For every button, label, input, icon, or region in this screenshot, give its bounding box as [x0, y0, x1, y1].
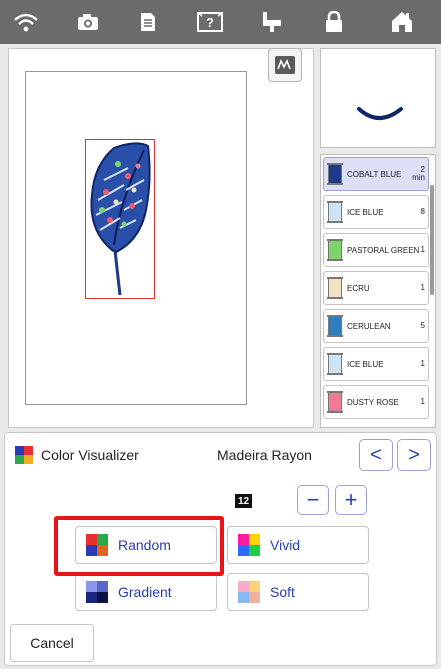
thread-name: ECRU [347, 283, 370, 293]
gradient-palette-icon [86, 581, 108, 603]
thread-spool-icon [327, 163, 343, 185]
thread-name: ICE BLUE [347, 359, 384, 369]
vivid-button[interactable]: Vivid [227, 526, 369, 564]
minus-icon: − [306, 487, 320, 512]
thread-row-dusty-rose[interactable]: DUSTY ROSE 1 [323, 385, 429, 419]
thread-count: 1 [420, 397, 425, 406]
thread-count: 8 [420, 207, 425, 216]
wifi-icon[interactable] [4, 0, 48, 44]
thread-count: 1 [420, 283, 425, 292]
soft-label: Soft [270, 584, 295, 600]
vivid-palette-icon [238, 534, 260, 556]
document-icon[interactable] [126, 0, 170, 44]
thread-row-pastoral-green[interactable]: PASTORAL GREEN 1 [323, 233, 429, 267]
thread-name: COBALT BLUE [347, 169, 402, 179]
thread-row-cerulean[interactable]: CERULEAN 5 [323, 309, 429, 343]
thread-spool-icon [327, 353, 343, 375]
color-visualizer-icon [15, 446, 33, 464]
thread-row-ecru[interactable]: ECRU 1 [323, 271, 429, 305]
help-icon[interactable]: ? [188, 0, 232, 44]
thread-name: PASTORAL GREEN [347, 245, 420, 255]
panel-title: Color Visualizer [41, 447, 139, 463]
thread-row-ice-blue-2[interactable]: ICE BLUE 1 [323, 347, 429, 381]
home-icon[interactable] [380, 0, 424, 44]
thread-list-scrollbar[interactable] [430, 185, 434, 295]
stitch-simulator-button[interactable] [268, 48, 302, 82]
thread-name: DUSTY ROSE [347, 397, 399, 407]
color-count: 12 [235, 494, 252, 508]
feather-design [90, 142, 151, 296]
thread-count: 1 [420, 245, 425, 254]
thread-spool-icon [327, 239, 343, 261]
increase-button[interactable]: + [335, 485, 367, 515]
decrease-button[interactable]: − [297, 485, 329, 515]
prev-brand-button[interactable]: < [359, 439, 393, 471]
thread-spool-icon [327, 201, 343, 223]
thumbnail-feather [357, 107, 403, 120]
svg-text:?: ? [206, 15, 214, 30]
thread-row-cobalt-blue[interactable]: COBALT BLUE 2 min [323, 157, 429, 191]
embroidery-preview [8, 48, 314, 428]
thread-count: 2 min [412, 165, 425, 182]
chevron-right-icon: > [408, 443, 420, 466]
lock-icon[interactable] [312, 0, 356, 44]
design-thumbnail [320, 48, 436, 148]
cancel-button[interactable]: Cancel [10, 624, 94, 662]
soft-button[interactable]: Soft [227, 573, 369, 611]
thread-name: ICE BLUE [347, 207, 384, 217]
chevron-left-icon: < [370, 443, 382, 466]
design-selection-box [85, 139, 155, 299]
gradient-label: Gradient [118, 584, 172, 600]
random-highlight-box [54, 516, 224, 576]
thread-spool-icon [327, 315, 343, 337]
thread-name: CERULEAN [347, 321, 391, 331]
thread-brand: Madeira Rayon [217, 447, 312, 463]
plus-icon: + [344, 487, 358, 512]
thread-row-ice-blue[interactable]: ICE BLUE 8 [323, 195, 429, 229]
thread-count: 5 [420, 321, 425, 330]
vivid-label: Vivid [270, 537, 301, 553]
gradient-button[interactable]: Gradient [75, 573, 217, 611]
thread-spool-icon [327, 277, 343, 299]
thread-count: 1 [420, 359, 425, 368]
camera-icon[interactable] [66, 0, 110, 44]
soft-palette-icon [238, 581, 260, 603]
top-toolbar: ? [0, 0, 441, 44]
thread-spool-icon [327, 391, 343, 413]
thread-spool-icon[interactable] [250, 0, 294, 44]
thread-color-list[interactable]: COBALT BLUE 2 min ICE BLUE 8 PASTORAL GRE… [320, 154, 436, 428]
next-brand-button[interactable]: > [397, 439, 431, 471]
